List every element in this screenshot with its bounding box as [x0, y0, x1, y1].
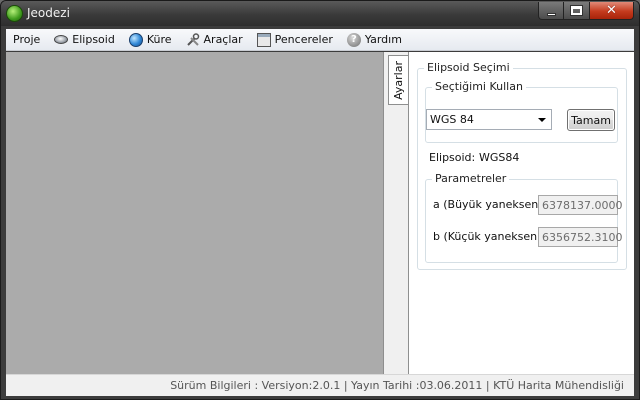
menu-kure[interactable]: Küre — [122, 30, 179, 50]
status-text: Sürüm Bilgileri : Versiyon:2.0.1 | Yayın… — [170, 379, 624, 392]
menu-proje[interactable]: Proje — [6, 30, 47, 50]
vertical-tab-strip: Ayarlar — [388, 52, 408, 374]
menu-proje-label: Proje — [13, 33, 41, 46]
chevron-down-icon — [538, 118, 546, 122]
workspace-area[interactable] — [6, 52, 384, 374]
minimize-button[interactable] — [538, 2, 564, 20]
menu-araclar-label: Araçlar — [203, 33, 243, 46]
minimize-icon — [546, 12, 556, 16]
ellipsoid-icon — [54, 35, 69, 44]
tab-ayarlar[interactable]: Ayarlar — [388, 55, 408, 105]
ellipsoid-label: Elipsoid: — [429, 151, 476, 164]
app-logo-icon — [6, 5, 23, 22]
menu-elipsoid-label: Elipsoid — [72, 33, 115, 46]
menu-yardim-label: Yardım — [364, 33, 402, 46]
window-title: Jeodezi — [27, 6, 70, 20]
menu-pencereler-label: Pencereler — [274, 33, 333, 46]
window-icon — [256, 32, 271, 47]
menu-araclar[interactable]: Araçlar — [179, 30, 250, 50]
status-bar: Sürüm Bilgileri : Versiyon:2.0.1 | Yayın… — [6, 374, 634, 396]
main-window: Jeodezi ✕ Proje Elipsoid Küre Araçlar Pe… — [0, 0, 640, 400]
a-value-field: 6378137.0000 — [538, 195, 622, 215]
ellipsoid-selection-title: Elipsoid Seçimi — [424, 61, 513, 74]
menu-bar: Proje Elipsoid Küre Araçlar Pencereler ?… — [6, 29, 634, 51]
b-value-field: 6356752.3100 — [538, 227, 622, 247]
parameters-title: Parametreler — [432, 172, 510, 185]
ellipsoid-value: WGS84 — [479, 151, 520, 164]
ellipsoid-select-value: WGS 84 — [430, 113, 474, 126]
close-icon: ✕ — [606, 3, 617, 18]
help-icon: ? — [346, 32, 361, 47]
tab-ayarlar-label: Ayarlar — [392, 60, 405, 100]
maximize-icon — [570, 5, 583, 16]
close-button[interactable]: ✕ — [590, 2, 634, 20]
ok-button[interactable]: Tamam — [567, 109, 615, 131]
ellipsoid-select[interactable]: WGS 84 — [426, 109, 552, 130]
menu-pencereler[interactable]: Pencereler — [250, 30, 340, 50]
parameters-group: Parametreler a (Büyük yaneksen) : 637813… — [425, 172, 622, 263]
a-label: a (Büyük yaneksen) : — [433, 198, 550, 211]
ellipsoid-selection-group: Elipsoid Seçimi Seçtiğimi Kullan WGS 84 … — [417, 61, 627, 270]
globe-icon — [128, 32, 143, 47]
settings-panel: Elipsoid Seçimi Seçtiğimi Kullan WGS 84 … — [408, 52, 634, 374]
maximize-button[interactable] — [564, 2, 590, 20]
title-bar[interactable]: Jeodezi ✕ — [1, 1, 639, 26]
client-area: Ayarlar Elipsoid Seçimi Seçtiğimi Kullan… — [6, 52, 634, 374]
use-selection-title: Seçtiğimi Kullan — [432, 80, 526, 93]
caption-buttons: ✕ — [538, 2, 634, 20]
tools-icon — [186, 32, 200, 47]
menu-kure-label: Küre — [146, 33, 172, 46]
menu-yardim[interactable]: ? Yardım — [340, 30, 409, 50]
menu-elipsoid[interactable]: Elipsoid — [47, 30, 122, 50]
b-label: b (Küçük yaneksen) : — [433, 230, 549, 243]
